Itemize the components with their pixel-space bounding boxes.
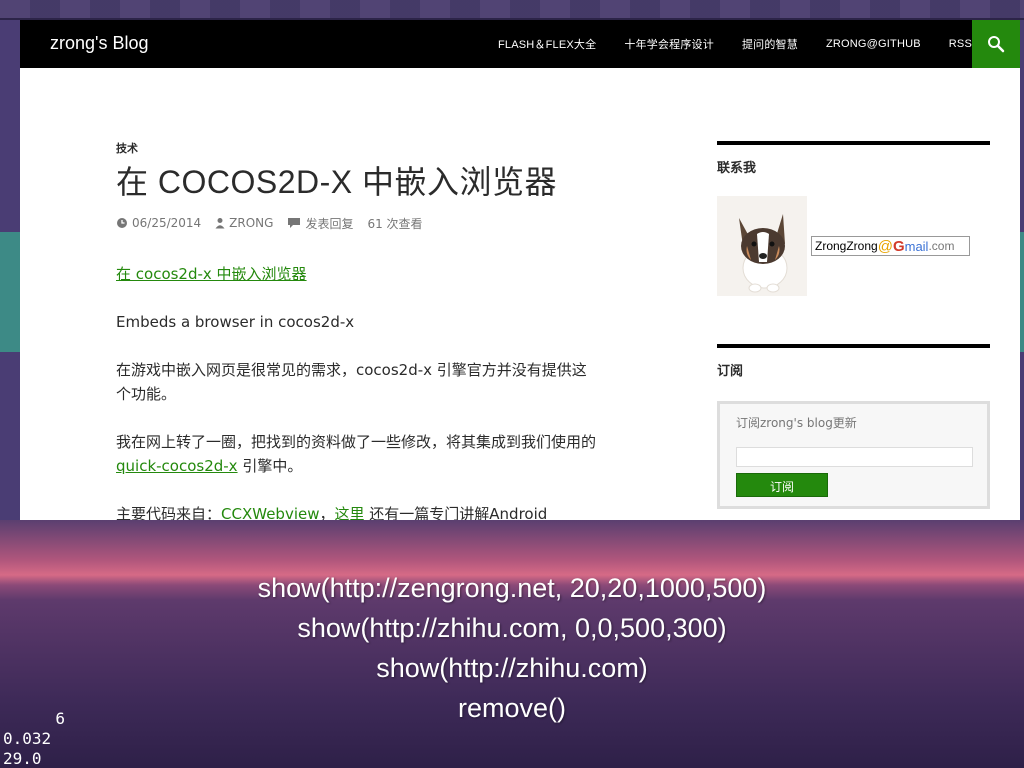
gmail-contact-badge: ZrongZrong @ G mail .com bbox=[811, 236, 970, 256]
post-content: 在 cocos2d-x 中嵌入浏览器 Embeds a browser in c… bbox=[116, 262, 596, 520]
subscribe-widget: 订阅 订阅zrong's blog更新 订阅 bbox=[717, 344, 990, 509]
contact-widget-title: 联系我 bbox=[717, 161, 757, 176]
site-title[interactable]: zrong's Blog bbox=[50, 33, 149, 54]
gmail-username: ZrongZrong bbox=[815, 239, 878, 253]
command-show-zhihu[interactable]: show(http://zhihu.com) bbox=[0, 648, 1024, 688]
ccxwebview-link[interactable]: CCXWebview bbox=[221, 505, 319, 520]
post-article: 技术 在 COCOS2D-X 中嵌入浏览器 06/25/2014 ZRONG 发… bbox=[116, 140, 596, 520]
stats-fps: 29.0 bbox=[3, 749, 42, 768]
gmail-at: @ bbox=[877, 237, 893, 255]
game-top-stripe bbox=[0, 0, 1024, 18]
post-reply-link[interactable]: 发表回复 bbox=[287, 215, 353, 232]
p4-text-b: 还有一篇专门讲解Android bbox=[364, 504, 548, 520]
command-remove[interactable]: remove() bbox=[0, 688, 1024, 728]
gmail-com: .com bbox=[928, 239, 955, 253]
nav-item-flash-flex[interactable]: FLASH＆FLEX大全 bbox=[498, 36, 596, 52]
widget-divider bbox=[717, 344, 990, 348]
nav-item-smart-questions[interactable]: 提问的智慧 bbox=[742, 36, 798, 52]
post-link-title[interactable]: 在 cocos2d-x 中嵌入浏览器 bbox=[116, 265, 307, 283]
post-paragraph-4: 主要代码来自：CCXWebview，这里 还有一篇专门讲解Android bbox=[116, 502, 596, 520]
gmail-mail: mail bbox=[904, 238, 929, 254]
search-icon bbox=[988, 36, 1005, 53]
command-overlay: show(http://zengrong.net, 20,20,1000,500… bbox=[0, 568, 1024, 728]
gmail-g: G bbox=[892, 237, 905, 255]
nav-item-ten-years[interactable]: 十年学会程序设计 bbox=[624, 36, 714, 52]
post-views: 61 次查看 bbox=[367, 216, 423, 231]
stats-frame-time: 0.032 bbox=[3, 729, 52, 748]
embedded-webview[interactable]: zrong's Blog FLASH＆FLEX大全 十年学会程序设计 提问的智慧… bbox=[20, 20, 1020, 520]
post-reply-text: 发表回复 bbox=[305, 216, 354, 231]
comment-icon bbox=[288, 218, 301, 229]
subscribe-form: 订阅zrong's blog更新 订阅 bbox=[717, 401, 990, 509]
post-author[interactable]: ZRONG bbox=[215, 216, 273, 230]
subscribe-button[interactable]: 订阅 bbox=[736, 473, 828, 497]
clock-icon bbox=[117, 218, 127, 229]
post-author-text: ZRONG bbox=[229, 216, 274, 231]
p3-text-b: 引擎中。 bbox=[237, 456, 303, 475]
post-title: 在 COCOS2D-X 中嵌入浏览器 bbox=[116, 164, 558, 200]
user-icon bbox=[215, 218, 225, 229]
command-show-zhihu-sized[interactable]: show(http://zhihu.com, 0,0,500,300) bbox=[0, 608, 1024, 648]
stats-draw-calls: 6 bbox=[55, 709, 65, 728]
post-paragraph-1: Embeds a browser in cocos2d-x bbox=[116, 312, 355, 331]
nav-item-rss[interactable]: RSS bbox=[949, 38, 972, 50]
corgi-avatar-image bbox=[717, 196, 807, 296]
widget-divider bbox=[717, 141, 990, 145]
here-link[interactable]: 这里 bbox=[335, 505, 365, 520]
post-date-text: 06/25/2014 bbox=[132, 216, 202, 231]
p3-text-a: 我在网上转了一圈，把找到的资料做了一些修改，将其集成到我们使用的 bbox=[116, 432, 597, 451]
p4-separator: ， bbox=[319, 504, 335, 520]
post-date[interactable]: 06/25/2014 bbox=[116, 216, 201, 230]
main-nav: FLASH＆FLEX大全 十年学会程序设计 提问的智慧 ZRONG@GITHUB… bbox=[470, 20, 972, 68]
nav-item-github[interactable]: ZRONG@GITHUB bbox=[826, 38, 921, 50]
subscribe-email-input[interactable] bbox=[736, 447, 973, 467]
search-button[interactable] bbox=[972, 20, 1020, 68]
quick-cocos2d-x-link[interactable]: quick-cocos2d-x bbox=[116, 457, 238, 475]
p4-text-a: 主要代码来自： bbox=[116, 504, 222, 520]
game-left-decoration bbox=[0, 232, 20, 352]
subscribe-widget-title: 订阅 bbox=[717, 364, 744, 379]
fps-stats: 6 0.032 29.0 bbox=[3, 709, 65, 768]
site-header: zrong's Blog FLASH＆FLEX大全 十年学会程序设计 提问的智慧… bbox=[20, 20, 1020, 68]
contact-row: ZrongZrong @ G mail .com bbox=[717, 196, 990, 296]
subscribe-description: 订阅zrong's blog更新 bbox=[736, 416, 857, 430]
post-category[interactable]: 技术 bbox=[116, 140, 596, 156]
post-meta: 06/25/2014 ZRONG 发表回复 61 次查看 bbox=[116, 215, 596, 232]
command-show-zengrong[interactable]: show(http://zengrong.net, 20,20,1000,500… bbox=[0, 568, 1024, 608]
post-paragraph-3: 我在网上转了一圈，把找到的资料做了一些修改，将其集成到我们使用的 quick-c… bbox=[116, 430, 596, 478]
sidebar: 联系我 ZrongZrong @ G mail .com 订阅 订阅zrong'… bbox=[717, 141, 990, 509]
post-paragraph-2: 在游戏中嵌入网页是很常见的需求，cocos2d-x 引擎官方并没有提供这个功能。 bbox=[116, 360, 587, 403]
